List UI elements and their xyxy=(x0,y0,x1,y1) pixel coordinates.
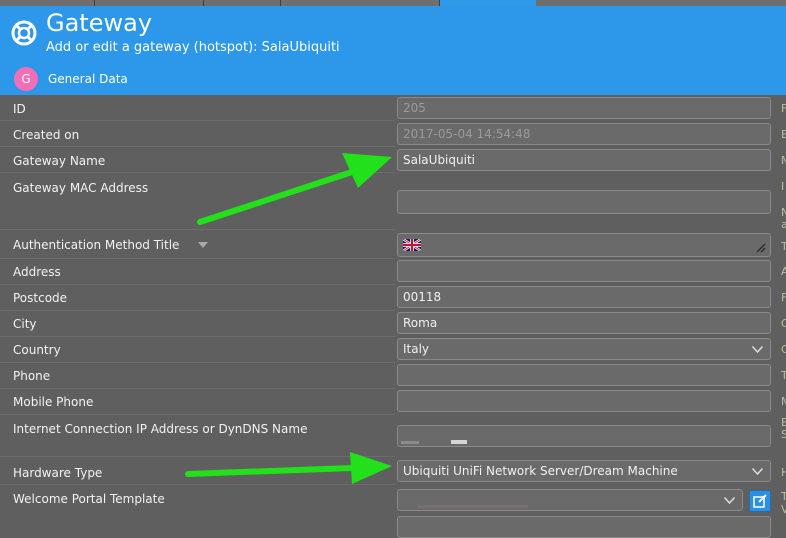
cut-off-text: T xyxy=(781,369,786,382)
id-field: 205 xyxy=(397,97,771,119)
chevron-down-icon xyxy=(724,497,735,504)
page-title: Gateway xyxy=(46,9,153,37)
row-divider xyxy=(0,414,395,415)
row-divider xyxy=(0,172,395,173)
section-badge: G xyxy=(14,67,38,91)
internet-ip-input[interactable] xyxy=(397,425,771,447)
created-on-field: 2017-05-04 14:54:48 xyxy=(397,123,771,145)
postcode-label: Postcode xyxy=(13,291,68,305)
chevron-down-icon[interactable] xyxy=(198,242,208,248)
cut-off-text: T xyxy=(781,490,786,503)
next-row-field[interactable] xyxy=(397,516,771,538)
row-divider xyxy=(0,362,395,363)
cut-off-text: V xyxy=(781,503,786,516)
gateway-mac-input[interactable] xyxy=(397,190,771,214)
created-on-label: Created on xyxy=(13,128,80,142)
auth-method-title-label: Authentication Method Title xyxy=(13,237,213,253)
city-input[interactable]: Roma xyxy=(397,312,771,334)
address-input[interactable] xyxy=(397,260,771,282)
cut-off-text: H xyxy=(781,466,786,479)
hardware-type-select[interactable]: Ubiquiti UniFi Network Server/Dream Mach… xyxy=(397,460,771,482)
row-divider xyxy=(0,388,395,389)
chevron-down-icon xyxy=(752,346,763,353)
country-select[interactable]: Italy xyxy=(397,338,771,360)
redacted-text xyxy=(418,505,528,508)
redacted-text xyxy=(451,440,467,444)
welcome-template-select[interactable] xyxy=(397,489,743,511)
page-header: Gateway Add or edit a gateway (hotspot):… xyxy=(0,6,786,95)
cut-off-text: I xyxy=(781,180,785,193)
phone-label: Phone xyxy=(13,369,51,383)
uk-flag-icon xyxy=(403,238,421,251)
hardware-type-label: Hardware Type xyxy=(13,466,103,480)
edit-template-button[interactable] xyxy=(749,490,771,512)
cut-off-text: S xyxy=(781,428,786,441)
chevron-down-icon xyxy=(752,468,763,475)
section-title: General Data xyxy=(48,72,128,86)
row-divider xyxy=(0,310,395,311)
row-divider xyxy=(0,336,395,337)
hardware-type-select-value: Ubiquiti UniFi Network Server/Dream Mach… xyxy=(403,464,678,478)
mobile-phone-input[interactable] xyxy=(397,390,771,412)
row-divider xyxy=(0,484,395,485)
row-divider xyxy=(0,229,395,230)
gateway-mac-label: Gateway MAC Address xyxy=(13,181,149,195)
address-label: Address xyxy=(13,265,61,279)
page-subtitle: Add or edit a gateway (hotspot): SalaUbi… xyxy=(46,40,340,55)
phone-input[interactable] xyxy=(397,364,771,386)
cut-off-text: M xyxy=(781,154,786,167)
row-divider xyxy=(0,456,395,457)
cut-off-text: E xyxy=(781,128,786,141)
cut-off-text: A xyxy=(781,265,786,278)
row-divider xyxy=(0,258,395,259)
cut-off-text: F xyxy=(781,102,786,115)
arrow-icon xyxy=(197,153,392,225)
internet-ip-label: Internet Connection IP Address or DynDNS… xyxy=(13,422,308,436)
auth-method-title-textarea[interactable] xyxy=(397,233,771,257)
country-select-value: Italy xyxy=(403,342,430,356)
resize-handle-icon[interactable] xyxy=(756,243,766,253)
row-divider xyxy=(0,284,395,285)
mobile-phone-label: Mobile Phone xyxy=(13,395,94,409)
auth-method-title-text: Authentication Method Title xyxy=(13,238,180,252)
cut-off-text: T xyxy=(781,240,786,253)
edit-icon xyxy=(753,494,767,508)
cut-off-text: a xyxy=(781,218,786,231)
postcode-input[interactable]: 00118 xyxy=(397,286,771,308)
city-label: City xyxy=(13,317,37,331)
cut-off-text: F xyxy=(781,291,786,304)
id-label: ID xyxy=(13,102,26,116)
cut-off-text: M xyxy=(781,395,786,408)
gateway-name-input[interactable]: SalaUbiquiti xyxy=(397,149,771,171)
cut-off-text: C xyxy=(781,343,786,356)
row-divider xyxy=(0,146,395,147)
gateway-name-label: Gateway Name xyxy=(13,154,106,168)
welcome-template-label: Welcome Portal Template xyxy=(13,492,165,506)
country-label: Country xyxy=(13,343,61,357)
row-divider xyxy=(0,120,395,121)
cut-off-text: C xyxy=(781,317,786,330)
lifebuoy-icon xyxy=(11,20,37,46)
redacted-text xyxy=(401,441,419,444)
